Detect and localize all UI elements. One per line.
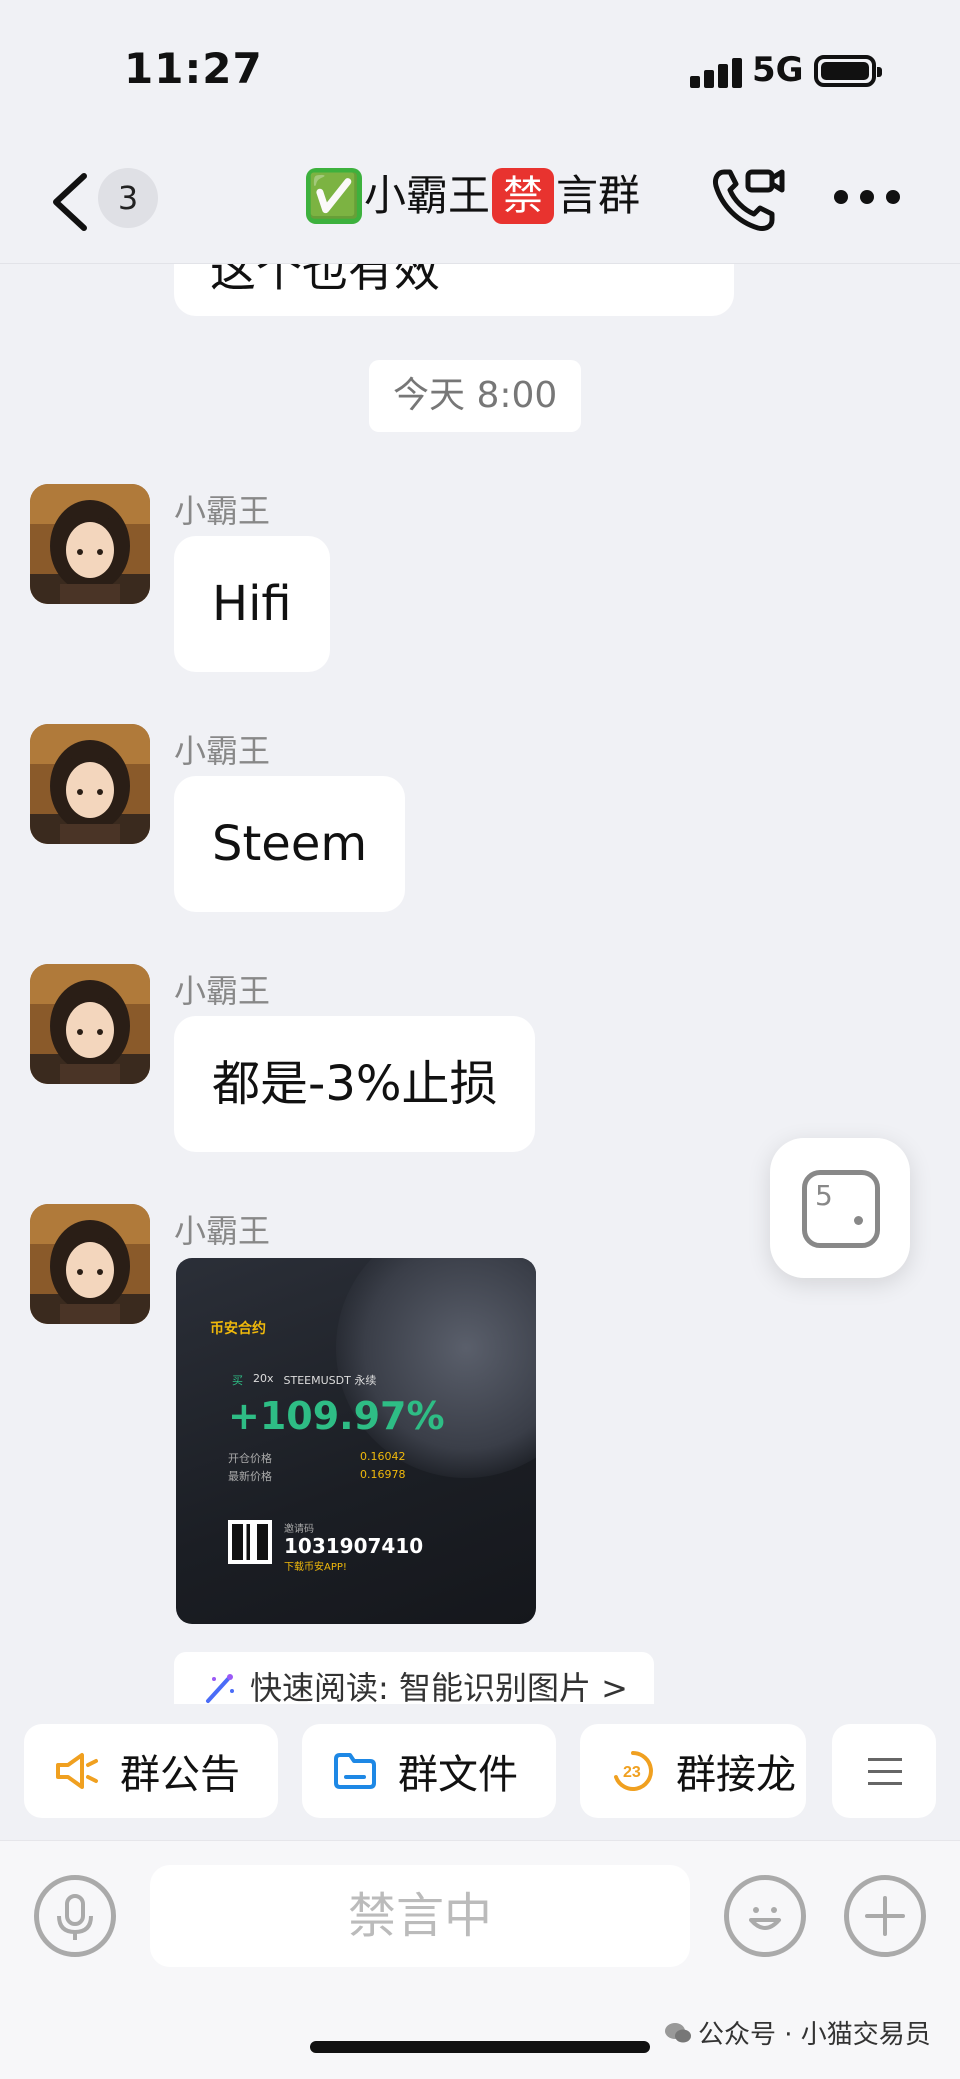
folder-icon	[334, 1753, 376, 1789]
unread-count-badge[interactable]: 3	[98, 168, 158, 228]
status-bar: 11:27 5G	[0, 0, 960, 140]
card-tags: 买 20x STEEMUSDT 永续	[232, 1372, 377, 1387]
floating-count: 5	[815, 1179, 833, 1212]
network-label: 5G	[752, 50, 804, 90]
more-icon[interactable]	[832, 188, 902, 208]
sender-name: 小霸王	[174, 1212, 271, 1250]
card-open-value: 0.16042	[360, 1450, 406, 1463]
svg-text:23: 23	[623, 1764, 641, 1781]
chat-title[interactable]: ✅ 小霸王 禁 言群	[306, 166, 640, 226]
card-pnl: +109.97%	[228, 1394, 445, 1438]
plus-icon[interactable]	[844, 1875, 926, 1957]
shortcut-announcement[interactable]: 群公告	[24, 1724, 278, 1818]
message-bubble-partial[interactable]: 这个也有效	[174, 264, 734, 316]
ban-emoji-icon: 禁	[492, 168, 555, 224]
microphone-icon[interactable]	[34, 1875, 116, 1957]
card-brand: 币安合约	[210, 1321, 266, 1337]
card-last-value: 0.16978	[360, 1468, 406, 1481]
avatar[interactable]	[30, 1204, 150, 1324]
message-input[interactable]: 禁言中	[150, 1865, 690, 1967]
card-download-text: 下载币安APP!	[284, 1562, 347, 1573]
avatar[interactable]	[30, 484, 150, 604]
shortcut-files[interactable]: 群文件	[302, 1724, 556, 1818]
chevron-left-icon[interactable]	[50, 172, 90, 232]
megaphone-icon	[56, 1753, 98, 1789]
card-decoration	[336, 1258, 536, 1478]
card-open-label: 开仓价格	[228, 1452, 272, 1465]
timestamp-divider: 今天 8:00	[369, 360, 582, 432]
relay-icon: 23	[614, 1751, 653, 1791]
chat-title-part1: 小霸王	[364, 171, 491, 220]
home-indicator	[310, 2041, 650, 2053]
menu-icon[interactable]	[832, 1724, 936, 1818]
watermark: 公众号 · 小猫交易员	[664, 2014, 931, 2051]
wechat-icon	[665, 2022, 691, 2042]
quick-read-label: 快速阅读: 智能识别图片 >	[250, 1669, 628, 1704]
sender-name: 小霸王	[174, 732, 271, 770]
check-emoji-icon: ✅	[306, 168, 362, 224]
card-invite-code: 1031907410	[284, 1534, 424, 1558]
sparkle-icon	[206, 1674, 234, 1703]
battery-icon	[814, 55, 882, 87]
card-code-label: 邀请码	[284, 1524, 314, 1535]
sender-name: 小霸王	[174, 972, 271, 1010]
image-message-card[interactable]: 币安合约 买 20x STEEMUSDT 永续 +109.97% 开仓价格 0.…	[176, 1258, 536, 1624]
status-time: 11:27	[124, 44, 263, 93]
message-bubble[interactable]: Hifi	[174, 536, 330, 672]
sender-name: 小霸王	[174, 492, 271, 530]
avatar[interactable]	[30, 724, 150, 844]
card-last-label: 最新价格	[228, 1470, 272, 1483]
signal-icon	[690, 56, 750, 88]
avatar[interactable]	[30, 964, 150, 1084]
chat-title-part2: 言群	[556, 171, 641, 220]
group-shortcuts: 群公告 群文件 23 群接龙	[0, 1720, 960, 1820]
video-call-icon[interactable]	[710, 164, 786, 234]
message-list[interactable]: 这个也有效 今天 8:00 小霸王 Hifi 小霸王 Steem 小霸王 都是-…	[0, 264, 960, 1704]
qr-code-icon	[228, 1520, 272, 1564]
floating-unread-widget[interactable]: 5	[770, 1138, 910, 1278]
smiley-icon[interactable]	[724, 1875, 806, 1957]
quick-read-button[interactable]: 快速阅读: 智能识别图片 >	[174, 1652, 654, 1704]
shortcut-relay[interactable]: 23 群接龙	[580, 1724, 806, 1818]
message-bubble[interactable]: 都是-3%止损	[174, 1016, 536, 1152]
chat-header: 3 ✅ 小霸王 禁 言群	[0, 140, 960, 264]
message-bubble[interactable]: Steem	[174, 776, 406, 912]
dice-icon: 5	[802, 1170, 880, 1248]
